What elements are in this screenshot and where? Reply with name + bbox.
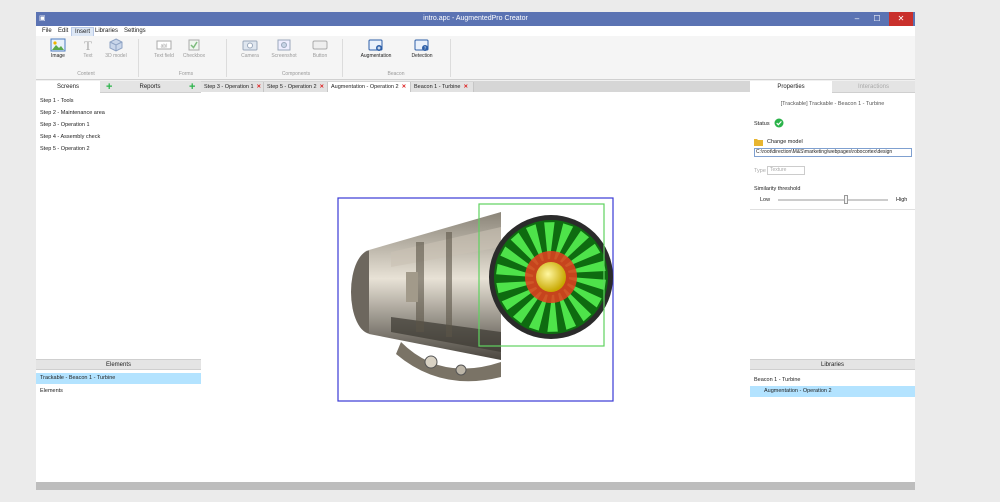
- fan-hub: [536, 262, 566, 292]
- menu-insert[interactable]: Insert: [71, 27, 95, 36]
- insert-augmentation-button[interactable]: Augmentation: [356, 38, 396, 70]
- button-icon: [312, 40, 328, 50]
- group-content-label: Content: [77, 71, 95, 77]
- library-item[interactable]: Beacon 1 - Turbine: [754, 377, 800, 383]
- libraries-header: Libraries: [750, 359, 915, 370]
- turbine-scene: [337, 197, 614, 402]
- text-field-icon: abl: [156, 40, 172, 50]
- camera-icon: [242, 40, 258, 51]
- image-icon: [50, 38, 66, 52]
- library-item-selected[interactable]: Augmentation - Operation 2: [750, 386, 915, 397]
- elements-header: Elements: [36, 359, 201, 370]
- close-tab-icon[interactable]: ✕: [463, 84, 468, 90]
- type-label: Type: [754, 168, 766, 174]
- screen-item[interactable]: Step 3 - Operation 1: [40, 122, 90, 128]
- insert-text-button[interactable]: T Text: [74, 38, 102, 70]
- insert-text-field-button[interactable]: abl Text field: [150, 38, 178, 70]
- element-item[interactable]: Elements: [40, 388, 63, 394]
- ribbon-separator: [342, 39, 343, 77]
- add-screen-icon[interactable]: +: [106, 82, 112, 93]
- maximize-button[interactable]: ☐: [869, 12, 885, 26]
- low-label: Low: [760, 197, 771, 203]
- high-label: High: [896, 197, 908, 203]
- similarity-slider-track[interactable]: [778, 195, 888, 204]
- checkbox-icon: [188, 39, 200, 51]
- group-beacon-label: Beacon: [387, 71, 405, 77]
- close-tab-icon[interactable]: ✕: [320, 84, 325, 90]
- screen-item[interactable]: Step 4 - Assembly check: [40, 134, 100, 140]
- left-panel: Screens + Reports + Step 1 - Tools Step …: [36, 81, 201, 482]
- screen-item[interactable]: Step 1 - Tools: [40, 98, 74, 104]
- element-item-selected[interactable]: Trackable - Beacon 1 - Turbine: [36, 373, 201, 384]
- divider: [750, 209, 915, 210]
- text-icon: T: [84, 38, 92, 52]
- right-panel-tabs: Properties Interactions: [750, 81, 915, 93]
- similarity-label: Similarity threshold: [754, 186, 801, 192]
- menu-bar: File Edit Insert Libraries Settings: [36, 26, 915, 36]
- screen-item[interactable]: Step 2 - Maintenance area: [40, 110, 105, 116]
- doc-tab-augmentation[interactable]: Augmentation - Operation 2 ✕: [328, 82, 411, 92]
- svg-text:T: T: [84, 38, 92, 52]
- ribbon-separator: [450, 39, 451, 77]
- add-report-icon[interactable]: +: [189, 82, 195, 93]
- status-label: Status: [754, 121, 770, 127]
- menu-settings[interactable]: Settings: [121, 27, 149, 36]
- app-window: ▣ intro.apc - AugmentedPro Creator – ☐ ✕…: [36, 12, 915, 490]
- document-tabs: Step 3 - Operation 1 ✕ Step 5 - Operation…: [201, 81, 750, 92]
- insert-camera-button[interactable]: Camera: [236, 38, 264, 70]
- close-tab-icon[interactable]: ✕: [257, 84, 262, 90]
- insert-image-button[interactable]: Image: [44, 38, 72, 70]
- title-bar: ▣ intro.apc - AugmentedPro Creator – ☐ ✕: [36, 12, 915, 26]
- tab-reports[interactable]: Reports: [118, 81, 182, 93]
- minimize-button[interactable]: –: [849, 12, 865, 26]
- group-forms-label: Forms: [178, 71, 194, 77]
- ribbon-separator: [138, 39, 139, 77]
- type-select[interactable]: Texture: [767, 166, 805, 175]
- screenshot-icon: [277, 39, 291, 51]
- tab-screens[interactable]: Screens: [36, 81, 100, 93]
- cube-icon: [109, 38, 123, 52]
- insert-checkbox-button[interactable]: Checkbox: [180, 38, 208, 70]
- doc-tab-beacon[interactable]: Beacon 1 - Turbine ✕: [411, 82, 474, 92]
- tab-interactions[interactable]: Interactions: [832, 81, 915, 93]
- tab-properties[interactable]: Properties: [750, 81, 832, 93]
- doc-tab-step3[interactable]: Step 3 - Operation 1 ✕: [201, 82, 264, 92]
- properties-heading: [Trackable] Trackable - Beacon 1 - Turbi…: [780, 101, 885, 107]
- insert-button-button[interactable]: Button: [306, 38, 334, 70]
- detection-icon: ?: [414, 39, 429, 51]
- insert-screenshot-button[interactable]: Screenshot: [270, 38, 298, 70]
- ribbon-toolbar: Image T Text 3D model Content abl Text f…: [36, 36, 915, 80]
- folder-icon: [754, 139, 763, 146]
- right-panel: Properties Interactions [Trackable] Trac…: [750, 81, 915, 482]
- augmentation-icon: [368, 39, 383, 51]
- window-title: intro.apc - AugmentedPro Creator: [423, 15, 528, 22]
- close-button[interactable]: ✕: [889, 12, 913, 26]
- detection-button[interactable]: ? Detection: [406, 38, 438, 70]
- menu-file[interactable]: File: [39, 27, 55, 36]
- model-path-field[interactable]: C:\root\direction\M&S\marketing\webpages…: [754, 148, 912, 157]
- editor-canvas[interactable]: [201, 92, 750, 482]
- svg-text:abl: abl: [161, 44, 168, 50]
- status-ok-icon: [774, 118, 784, 128]
- ribbon-separator: [226, 39, 227, 77]
- doc-tab-step5[interactable]: Step 5 - Operation 2 ✕: [264, 82, 328, 92]
- screen-item[interactable]: Step 5 - Operation 2: [40, 146, 90, 152]
- left-panel-tabs: Screens + Reports +: [36, 81, 201, 93]
- menu-edit[interactable]: Edit: [55, 27, 71, 36]
- menu-libraries[interactable]: Libraries: [92, 27, 121, 36]
- close-tab-icon[interactable]: ✕: [402, 84, 407, 90]
- change-model-link[interactable]: Change model: [767, 139, 803, 145]
- insert-3d-model-button[interactable]: 3D model: [102, 38, 130, 70]
- similarity-slider-thumb[interactable]: [843, 195, 848, 204]
- status-bar: [36, 482, 915, 490]
- group-components-label: Components: [281, 71, 311, 77]
